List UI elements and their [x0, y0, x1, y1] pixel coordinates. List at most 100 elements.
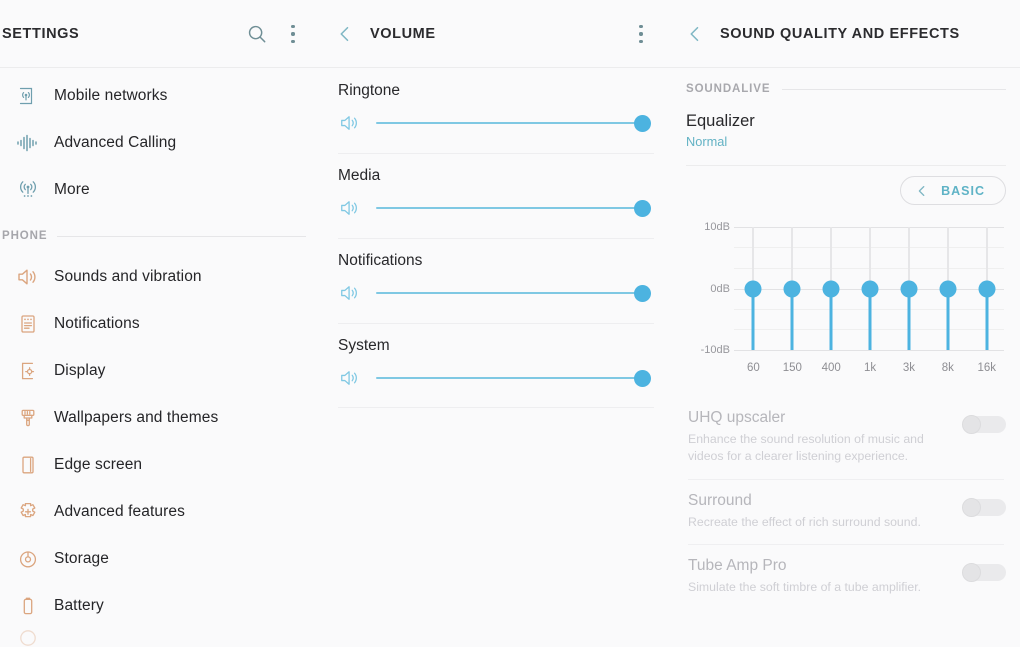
- slider-thumb[interactable]: [634, 369, 651, 387]
- x-axis-tick: 1k: [864, 362, 877, 374]
- sidebar-item-label: Mobile networks: [54, 86, 168, 104]
- settings-list: Mobile networks Advanced Calling More PH…: [0, 68, 320, 647]
- sidebar-item-label: Notifications: [54, 314, 140, 332]
- volume-title: VOLUME: [370, 26, 436, 42]
- sidebar-item-label: Storage: [54, 549, 109, 567]
- sidebar-item-advanced-calling[interactable]: Advanced Calling: [0, 119, 320, 166]
- volume-slider-list: Ringtone Media Notifications System: [320, 68, 672, 408]
- display-icon: [2, 359, 54, 383]
- volume-row-label: Ringtone: [338, 82, 401, 99]
- volume-row-label: Notifications: [338, 252, 423, 269]
- sidebar-item-display[interactable]: Display: [0, 347, 320, 394]
- back-chevron-icon: [915, 184, 929, 198]
- volume-row-label: Media: [338, 167, 381, 184]
- advanced-calling-icon: [2, 130, 54, 156]
- band-stem: [946, 288, 950, 350]
- volume-row-ringtone: Ringtone: [334, 68, 658, 153]
- equalizer-chart[interactable]: 10dB 0dB -10dB 60 150 400 1k 3k 8k 16k: [686, 219, 1006, 384]
- slider-thumb[interactable]: [634, 114, 651, 132]
- toggle-switch-tube-amp-pro[interactable]: [962, 563, 1006, 583]
- band-stem: [907, 288, 911, 350]
- equalizer-row[interactable]: Equalizer Normal: [672, 104, 1020, 149]
- band-knob-60[interactable]: [744, 280, 762, 297]
- toggle-texts: Surround Recreate the effect of rich sur…: [686, 492, 962, 531]
- band-knob-150[interactable]: [783, 280, 801, 297]
- toggle-texts: Tube Amp Pro Simulate the soft timbre of…: [686, 557, 962, 596]
- band-stem: [868, 288, 872, 350]
- toggle-row-surround[interactable]: Surround Recreate the effect of rich sur…: [686, 478, 1006, 544]
- back-chevron-icon[interactable]: [332, 21, 358, 47]
- partial-icon: [2, 629, 54, 647]
- section-divider: [782, 88, 1006, 90]
- sidebar-item-edge-screen[interactable]: Edge screen: [0, 441, 320, 488]
- slider-track: [376, 292, 648, 294]
- paintbrush-icon: [2, 406, 54, 430]
- storage-icon: [2, 547, 54, 571]
- sidebar-item-advanced-features[interactable]: Advanced features: [0, 488, 320, 535]
- x-axis-tick: 400: [821, 362, 841, 374]
- y-axis-label-bottom: -10dB: [700, 344, 730, 356]
- sidebar-item-sounds-and-vibration[interactable]: Sounds and vibration: [0, 253, 320, 300]
- grid-line: [734, 350, 1004, 351]
- slider-thumb[interactable]: [634, 199, 651, 217]
- volume-slider-ringtone[interactable]: [376, 112, 651, 134]
- equalizer-value: Normal: [686, 134, 728, 149]
- basic-mode-button[interactable]: BASIC: [900, 176, 1006, 205]
- toggle-title: UHQ upscaler: [688, 409, 786, 426]
- settings-panel: SETTINGS Mobile networks Advanced Callin…: [0, 0, 320, 646]
- slider-track: [376, 207, 648, 209]
- three-pane-settings-screen: SETTINGS Mobile networks Advanced Callin…: [0, 0, 1020, 646]
- back-chevron-icon[interactable]: [682, 21, 708, 47]
- sidebar-item-label: Advanced Calling: [54, 133, 177, 151]
- effects-toggle-list: UHQ upscaler Enhance the sound resolutio…: [672, 396, 1020, 610]
- band-stem: [790, 288, 794, 350]
- switch-knob[interactable]: [962, 415, 981, 434]
- band-knob-3k[interactable]: [900, 280, 918, 297]
- sidebar-item-wallpapers-and-themes[interactable]: Wallpapers and themes: [0, 394, 320, 441]
- band-knob-8k[interactable]: [939, 280, 957, 297]
- volume-slider-media[interactable]: [376, 197, 651, 219]
- section-label: PHONE: [2, 230, 48, 242]
- more-vertical-icon[interactable]: [280, 19, 306, 49]
- volume-row-control: [334, 110, 658, 136]
- sidebar-item-mobile-networks[interactable]: Mobile networks: [0, 72, 320, 119]
- settings-header: SETTINGS: [0, 0, 320, 68]
- volume-slider-notifications[interactable]: [376, 282, 651, 304]
- sidebar-item-notifications[interactable]: Notifications: [0, 300, 320, 347]
- sidebar-item-partial[interactable]: [0, 629, 320, 647]
- equalizer-plot: [734, 227, 1004, 351]
- sidebar-item-label: Sounds and vibration: [54, 267, 202, 285]
- volume-row-media: Media: [334, 153, 658, 238]
- sidebar-item-battery[interactable]: Battery: [0, 582, 320, 629]
- x-axis-tick: 150: [782, 362, 802, 374]
- volume-slider-system[interactable]: [376, 367, 651, 389]
- toggle-texts: UHQ upscaler Enhance the sound resolutio…: [686, 409, 962, 466]
- band-knob-400[interactable]: [822, 280, 840, 297]
- volume-row-control: [334, 280, 658, 306]
- toggle-row-uhq-upscaler[interactable]: UHQ upscaler Enhance the sound resolutio…: [686, 396, 1006, 479]
- toggle-switch-uhq-upscaler[interactable]: [962, 415, 1006, 434]
- toggle-row-tube-amp-pro[interactable]: Tube Amp Pro Simulate the soft timbre of…: [686, 544, 1006, 609]
- toggle-switch-surround[interactable]: [962, 497, 1006, 517]
- toggle-title: Surround: [688, 491, 752, 509]
- sidebar-item-label: Display: [54, 361, 106, 379]
- toggle-title: Tube Amp Pro: [688, 557, 787, 575]
- band-knob-1k[interactable]: [861, 280, 879, 297]
- search-icon[interactable]: [246, 23, 268, 45]
- slider-thumb[interactable]: [634, 284, 651, 302]
- sidebar-item-label: Wallpapers and themes: [54, 408, 219, 426]
- band-stem: [751, 288, 755, 350]
- sound-quality-title: SOUND QUALITY AND EFFECTS: [720, 26, 960, 42]
- sidebar-item-more[interactable]: More: [0, 166, 320, 213]
- volume-row-system: System: [334, 323, 658, 408]
- band-stem: [985, 288, 989, 350]
- sound-quality-header: SOUND QUALITY AND EFFECTS: [672, 0, 1020, 68]
- band-knob-16k[interactable]: [978, 280, 996, 297]
- speaker-icon: [334, 112, 376, 134]
- sidebar-item-storage[interactable]: Storage: [0, 535, 320, 582]
- more-vertical-icon[interactable]: [628, 19, 654, 49]
- switch-knob[interactable]: [962, 497, 981, 517]
- slider-track: [376, 122, 648, 124]
- band-stem: [829, 288, 833, 350]
- basic-mode-label: BASIC: [941, 183, 985, 198]
